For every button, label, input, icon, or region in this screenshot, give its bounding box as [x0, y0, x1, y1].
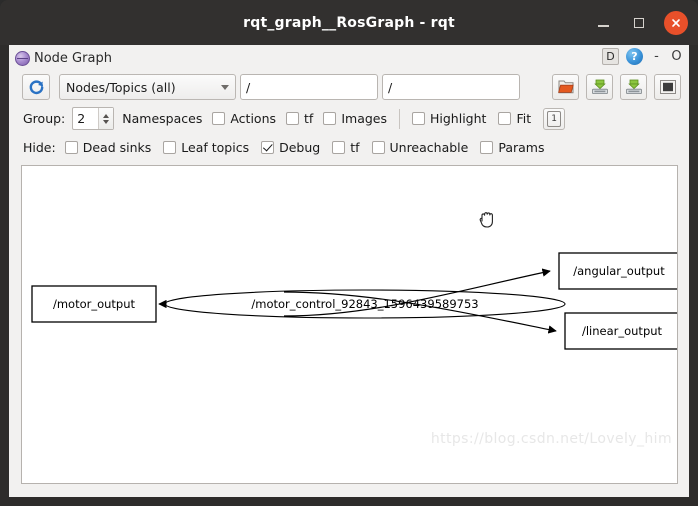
unreachable-label: Unreachable [389, 139, 469, 155]
dock-title-label: Node Graph [34, 51, 112, 66]
params-checkbox[interactable]: Params [480, 140, 544, 155]
topic-filter-value: / [246, 79, 251, 95]
unreachable-checkbox[interactable]: Unreachable [371, 139, 469, 155]
save-image-button[interactable] [620, 74, 647, 100]
namespaces-checkbox[interactable]: Namespaces [122, 111, 202, 126]
graph-node-linear-output-label: /linear_output [582, 324, 663, 338]
tf-label: tf [304, 111, 314, 126]
toolbar-separator [399, 108, 400, 129]
debug-checkbox[interactable]: Debug [261, 140, 320, 155]
actions-label: Actions [230, 111, 277, 126]
actions-checkbox[interactable]: Actions [212, 111, 276, 126]
save-disk-icon [625, 79, 642, 94]
graph-toolbar: Nodes/Topics (all) / / [9, 72, 689, 104]
node-filter-value: / [388, 79, 393, 95]
graph-node-motor-output-label: /motor_output [53, 297, 136, 311]
tf-checkbox[interactable]: tf [286, 111, 313, 126]
images-label: Images [341, 111, 387, 126]
highlight-label: Highlight [430, 111, 487, 126]
close-button[interactable] [664, 10, 688, 35]
group-spinbox[interactable]: 2 [72, 107, 115, 130]
maximize-button[interactable] [628, 12, 650, 34]
minimize-button[interactable] [592, 12, 614, 34]
help-icon[interactable]: ? [626, 48, 643, 65]
fit-label: Fit [516, 111, 532, 126]
watermark: https://blog.csdn.net/Lovely_him [430, 431, 672, 447]
options-row: Group: 2 Namespaces Actions tf Images Hi… [9, 104, 689, 133]
node-graph-icon [15, 51, 30, 66]
zoom-reset-label: 1 [547, 110, 562, 127]
dead-sinks-checkbox[interactable]: Dead sinks [64, 139, 152, 155]
leaf-topics-checkbox-box[interactable] [163, 140, 177, 154]
dead-sinks-label: Dead sinks [82, 139, 152, 155]
chevron-down-icon [221, 84, 229, 90]
window-title: rqt_graph__RosGraph - rqt [243, 14, 455, 31]
fit-checkbox-box[interactable] [498, 112, 512, 125]
dead-sinks-checkbox-box[interactable] [64, 140, 78, 154]
leaf-topics-checkbox[interactable]: Leaf topics [163, 140, 249, 155]
node-filter-input[interactable]: / [382, 74, 520, 100]
tf-checkbox-box[interactable] [286, 112, 300, 125]
graph-node-angular-output-label: /angular_output [573, 264, 665, 278]
node-graph-panel: Node Graph D ? - O Nodes/Topics (all) / … [9, 45, 689, 497]
image-square-icon [659, 80, 676, 94]
hide-label: Hide: [23, 139, 56, 155]
refresh-icon [29, 79, 43, 94]
spin-down-icon[interactable] [103, 119, 110, 124]
params-label: Params [498, 139, 545, 155]
application-window: rqt_graph__RosGraph - rqt Node Graph D ?… [0, 0, 698, 506]
hide-tf-checkbox[interactable]: tf [332, 139, 360, 155]
dock-detach-button[interactable]: D [602, 48, 619, 65]
dock-close-button[interactable]: O [670, 49, 683, 64]
images-checkbox-box[interactable] [323, 112, 337, 125]
load-dot-button[interactable] [552, 74, 579, 100]
spinbox-arrows[interactable] [98, 108, 114, 129]
hide-row: Hide: Dead sinks Leaf topics Debug tf Un… [9, 133, 689, 161]
window-controls [592, 0, 688, 45]
leaf-topics-label: Leaf topics [181, 139, 250, 155]
screenshot-root: rqt_graph__RosGraph - rqt Node Graph D ?… [0, 0, 698, 506]
graph-type-combo[interactable]: Nodes/Topics (all) [59, 74, 236, 100]
fit-checkbox[interactable]: Fit [498, 111, 531, 126]
hide-tf-label: tf [350, 139, 360, 155]
title-bar: rqt_graph__RosGraph - rqt [0, 0, 698, 45]
dock-title: Node Graph [15, 51, 112, 66]
graph-type-value: Nodes/Topics (all) [66, 79, 176, 95]
spin-up-icon[interactable] [103, 113, 110, 118]
close-icon [672, 18, 680, 27]
zoom-reset-button[interactable]: 1 [543, 107, 566, 130]
debug-label: Debug [279, 139, 321, 155]
unreachable-checkbox-box[interactable] [371, 140, 385, 154]
highlight-checkbox[interactable]: Highlight [412, 111, 486, 126]
image-export-button[interactable] [654, 74, 681, 100]
debug-checkbox-box[interactable] [261, 140, 275, 154]
group-label: Group: [23, 111, 66, 126]
group-value: 2 [77, 111, 86, 126]
params-checkbox-box[interactable] [480, 140, 494, 154]
images-checkbox[interactable]: Images [323, 111, 387, 126]
dock-minimize-button[interactable]: - [650, 49, 663, 64]
namespaces-label: Namespaces [122, 111, 203, 126]
actions-checkbox-box[interactable] [212, 112, 226, 125]
open-hand-cursor [479, 212, 493, 228]
highlight-checkbox-box[interactable] [412, 112, 425, 125]
dock-controls: D ? - O [602, 48, 683, 65]
hide-tf-checkbox-box[interactable] [332, 140, 346, 154]
save-disk-icon [591, 79, 608, 94]
open-folder-icon [557, 80, 574, 94]
graph-canvas[interactable]: /motor_control_92843_1596439589753 /moto… [21, 165, 678, 484]
dock-header: Node Graph D ? - O [9, 45, 689, 72]
topic-filter-input[interactable]: / [240, 74, 378, 100]
refresh-button[interactable] [22, 74, 50, 100]
save-dot-button[interactable] [586, 74, 613, 100]
